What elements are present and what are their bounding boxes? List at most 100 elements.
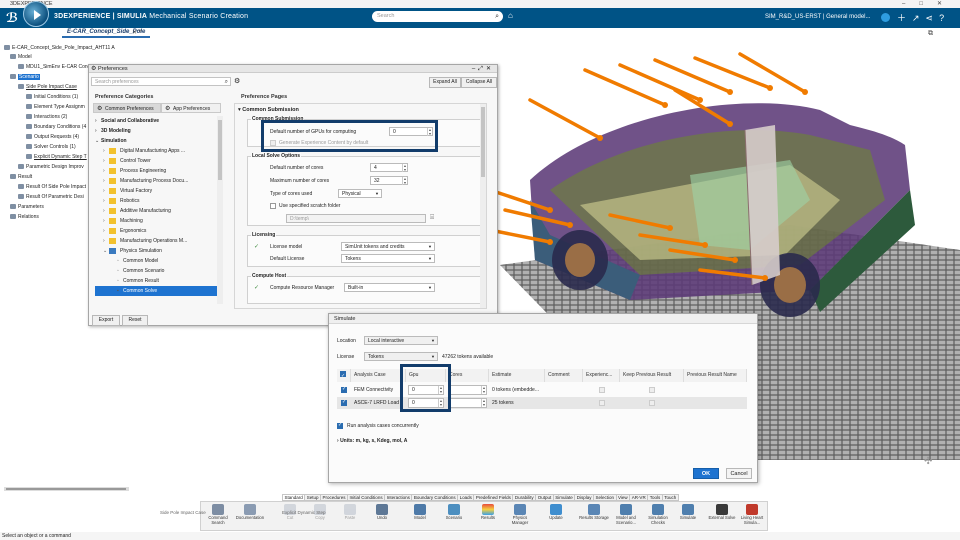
export-button[interactable]: Export [92,315,120,326]
preferences-dialog[interactable]: ⚙ Preferences –⤢✕ Search preferences ⌕ ⚙… [88,64,498,326]
category-3d-modeling[interactable]: › 3D Modeling [95,126,219,136]
update-button[interactable]: Update [541,503,571,530]
simulate-dialog[interactable]: Simulate Location Local interactive ▼ Lic… [328,313,758,483]
concurrent-checkbox[interactable] [337,422,343,429]
tree-item-result-parametric[interactable]: Result Of Parametric Desi [18,193,84,201]
scenario-button[interactable]: Scenario [439,503,469,530]
tab-output[interactable]: Output [535,494,554,501]
license-model-select[interactable]: SimUnit tokens and credits ▼ [341,242,435,251]
living-heart-button[interactable]: Living Heart Simula... [737,503,767,530]
model-scenario-button[interactable]: Model and Scenario... [611,503,641,530]
tab-display[interactable]: Display [574,494,594,501]
tree-item-solver-controls[interactable]: Solver Controls (1) [26,143,76,151]
user-context[interactable]: SIM_R&D_US-ERST | General model... [765,14,870,20]
category-social[interactable]: › Social and Collaborative [95,116,219,126]
category-scrollbar[interactable] [217,116,223,304]
expand-all-button[interactable]: Expand All [429,77,461,88]
tree-item-boundary-conditions[interactable]: Boundary Conditions (4 [26,123,86,131]
num-cores-field[interactable]: 4 ▲ ▼ [370,163,408,172]
tree-item-explicit-step[interactable]: Explicit Dynamic Step T [26,153,87,161]
reset-button[interactable]: Reset [122,315,148,326]
model-button[interactable]: Model [405,503,435,530]
tag-icon[interactable]: ⌂ [508,11,513,20]
tab-setup[interactable]: Setup [304,494,322,501]
row-checkbox[interactable] [341,399,347,406]
keep-previous-checkbox[interactable] [649,400,655,406]
column-header[interactable]: Estimate [489,369,545,382]
search-icon[interactable]: ⌕ [225,78,228,86]
tab-tools[interactable]: Tools [647,494,663,501]
tree-item-result[interactable]: Result [10,173,32,181]
results-storage-button[interactable]: Results Storage [579,503,609,530]
license-select[interactable]: Tokens ▼ [364,352,438,361]
column-header[interactable]: Comment [545,369,583,382]
tree-item-parametric[interactable]: Parametric Design Improv [18,163,84,171]
experience-checkbox[interactable] [599,400,605,406]
compute-mgr-select[interactable]: Built-in ▼ [344,283,435,292]
keep-previous-checkbox[interactable] [649,387,655,393]
tab-interactions[interactable]: Interactions [384,494,413,501]
column-header[interactable]: Previous Result Name [684,369,747,382]
max-cores-field[interactable]: 32 ▲ ▼ [370,176,408,185]
row-checkbox[interactable] [341,386,347,393]
tree-item-result-side-pole[interactable]: Result Of Side Pole Impact [18,183,86,191]
tab-app-preferences[interactable]: ⚙ App Preferences [161,103,221,113]
header-select-all[interactable] [337,369,351,383]
tab-initial-conditions[interactable]: Initial Conditions [347,494,386,501]
category-physics-simulation[interactable]: ⌄ Physics Simulation [103,246,227,256]
scratch-checkbox[interactable] [270,203,276,209]
location-select[interactable]: Local interactive ▼ [364,336,438,345]
tree-item-parameters[interactable]: Parameters [10,203,44,211]
category-item[interactable]: › Machining [103,216,227,226]
ok-button[interactable]: OK [693,468,719,479]
units-expander[interactable]: › Units: m, kg, s, Kdeg, mol, A [337,438,407,444]
copy-button[interactable]: Copy [305,503,335,530]
simulate-button[interactable]: Simulate [673,503,703,530]
category-item[interactable]: › Process Engineering [103,166,227,176]
cores-field[interactable]: ▲ ▼ [448,385,487,395]
tab-predefined-fields[interactable]: Predefined Fields [473,494,514,501]
preferences-titlebar[interactable]: ⚙ Preferences –⤢✕ [89,65,497,73]
tab-procedures[interactable]: Procedures [320,494,349,501]
view-icons[interactable]: ⧉ [928,30,933,38]
results-button[interactable]: Results [473,503,503,530]
tree-item-scenario[interactable]: Scenario [10,73,40,81]
preferences-window-controls[interactable]: –⤢✕ [472,65,494,73]
global-search-input[interactable]: Search ⌕ [372,11,503,22]
section-common-submission[interactable]: ▾ Common Submission [238,107,299,113]
category-common-solve[interactable]: ▪ Common Solve [95,286,219,296]
category-item[interactable]: › Robotics [103,196,227,206]
cancel-button[interactable]: Cancel [726,468,752,479]
tree-item-element-type[interactable]: Element Type Assignm [26,103,85,111]
tab-loads[interactable]: Loads [457,494,475,501]
column-header[interactable]: Keep Previous Result [620,369,684,382]
add-tab-icon[interactable]: + [138,28,142,35]
column-header[interactable]: Cores [446,369,489,382]
close-tab-icon[interactable]: ✕ [132,29,137,36]
category-item[interactable]: › Additive Manufacturing [103,206,227,216]
documentation-button[interactable]: Documentation [235,503,265,530]
search-icon[interactable]: ⌕ [495,11,499,22]
table-row[interactable]: ASCE-7 LRFD Load 0▲▼ ▲▼ 25 tokens [337,397,747,409]
category-item[interactable]: › Manufacturing Operations M... [103,236,227,246]
command-search-button[interactable]: Command Search [203,503,233,530]
simulate-titlebar[interactable]: Simulate [329,314,757,324]
tree-item-initial-conditions[interactable]: Initial Conditions (1) [26,93,78,101]
compass-icon[interactable] [23,1,49,27]
column-header[interactable]: Experienc... [583,369,620,382]
header-actions[interactable]: ＋↗⋖? [880,11,950,24]
column-header[interactable]: Analysis Case [351,369,406,382]
window-controls[interactable]: –□✕ [902,0,956,8]
category-item[interactable]: › Virtual Factory [103,186,227,196]
tree-scrollbar[interactable] [4,487,129,491]
tree-item-output-requests[interactable]: Output Requests (4) [26,133,79,141]
tree-item-root[interactable]: E-CAR_Concept_Side_Pole_Impact_AHT11 A [4,44,115,52]
external-solve-button[interactable]: External Solve [707,503,737,530]
tab-boundary-conditions[interactable]: Boundary Conditions [411,494,459,501]
cut-button[interactable]: Cut [275,503,305,530]
undo-button[interactable]: Undo [367,503,397,530]
category-item[interactable]: › Control Tower [103,156,227,166]
tab-selection[interactable]: Selection [592,494,617,501]
cores-field[interactable]: ▲ ▼ [448,398,487,408]
collapse-all-button[interactable]: Collapse All [461,77,497,88]
